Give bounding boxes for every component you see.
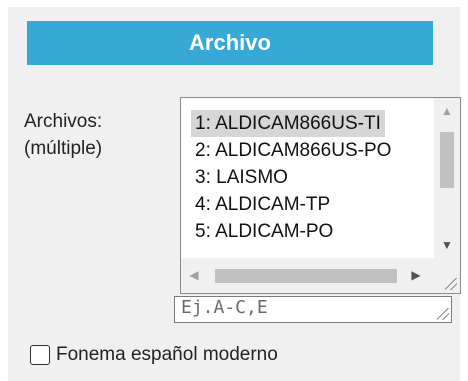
horizontal-scroll-thumb[interactable]: [215, 269, 397, 283]
file-list-item[interactable]: 5: ALDICAM-PO: [191, 218, 337, 245]
scrollbar-corner: [434, 258, 460, 293]
files-label: Archivos: (múltiple): [24, 108, 102, 162]
modern-phoneme-option[interactable]: Fonema español moderno: [30, 342, 278, 368]
scroll-down-arrow-icon[interactable]: ▼: [434, 232, 460, 258]
section-title: Archivo: [27, 21, 433, 65]
modern-phoneme-checkbox[interactable]: [30, 345, 50, 365]
scroll-right-arrow-icon[interactable]: ▶: [403, 258, 429, 293]
files-label-line2: (múltiple): [24, 138, 103, 159]
scroll-left-arrow-icon[interactable]: ◀: [181, 258, 207, 293]
range-input[interactable]: [174, 296, 452, 323]
file-list-item[interactable]: 4: ALDICAM-TP: [191, 191, 334, 218]
scroll-up-arrow-icon[interactable]: ▲: [434, 98, 460, 124]
file-list-item[interactable]: 3: LAISMO: [191, 164, 292, 191]
vertical-scrollbar[interactable]: ▲ ▼: [434, 98, 460, 258]
modern-phoneme-label: Fonema español moderno: [56, 344, 278, 365]
file-listbox[interactable]: 1: ALDICAM866US-TI 2: ALDICAM866US-PO 3:…: [180, 97, 461, 294]
resize-grip-icon[interactable]: [437, 308, 449, 320]
file-list-item[interactable]: 1: ALDICAM866US-TI: [191, 110, 385, 137]
resize-grip-icon[interactable]: [445, 278, 457, 290]
file-list-item[interactable]: 2: ALDICAM866US-PO: [191, 137, 395, 164]
horizontal-scrollbar[interactable]: ◀ ▶: [181, 258, 434, 293]
files-label-line1: Archivos:: [24, 111, 103, 132]
file-list: 1: ALDICAM866US-TI 2: ALDICAM866US-PO 3:…: [181, 98, 434, 258]
vertical-scroll-thumb[interactable]: [440, 132, 454, 188]
